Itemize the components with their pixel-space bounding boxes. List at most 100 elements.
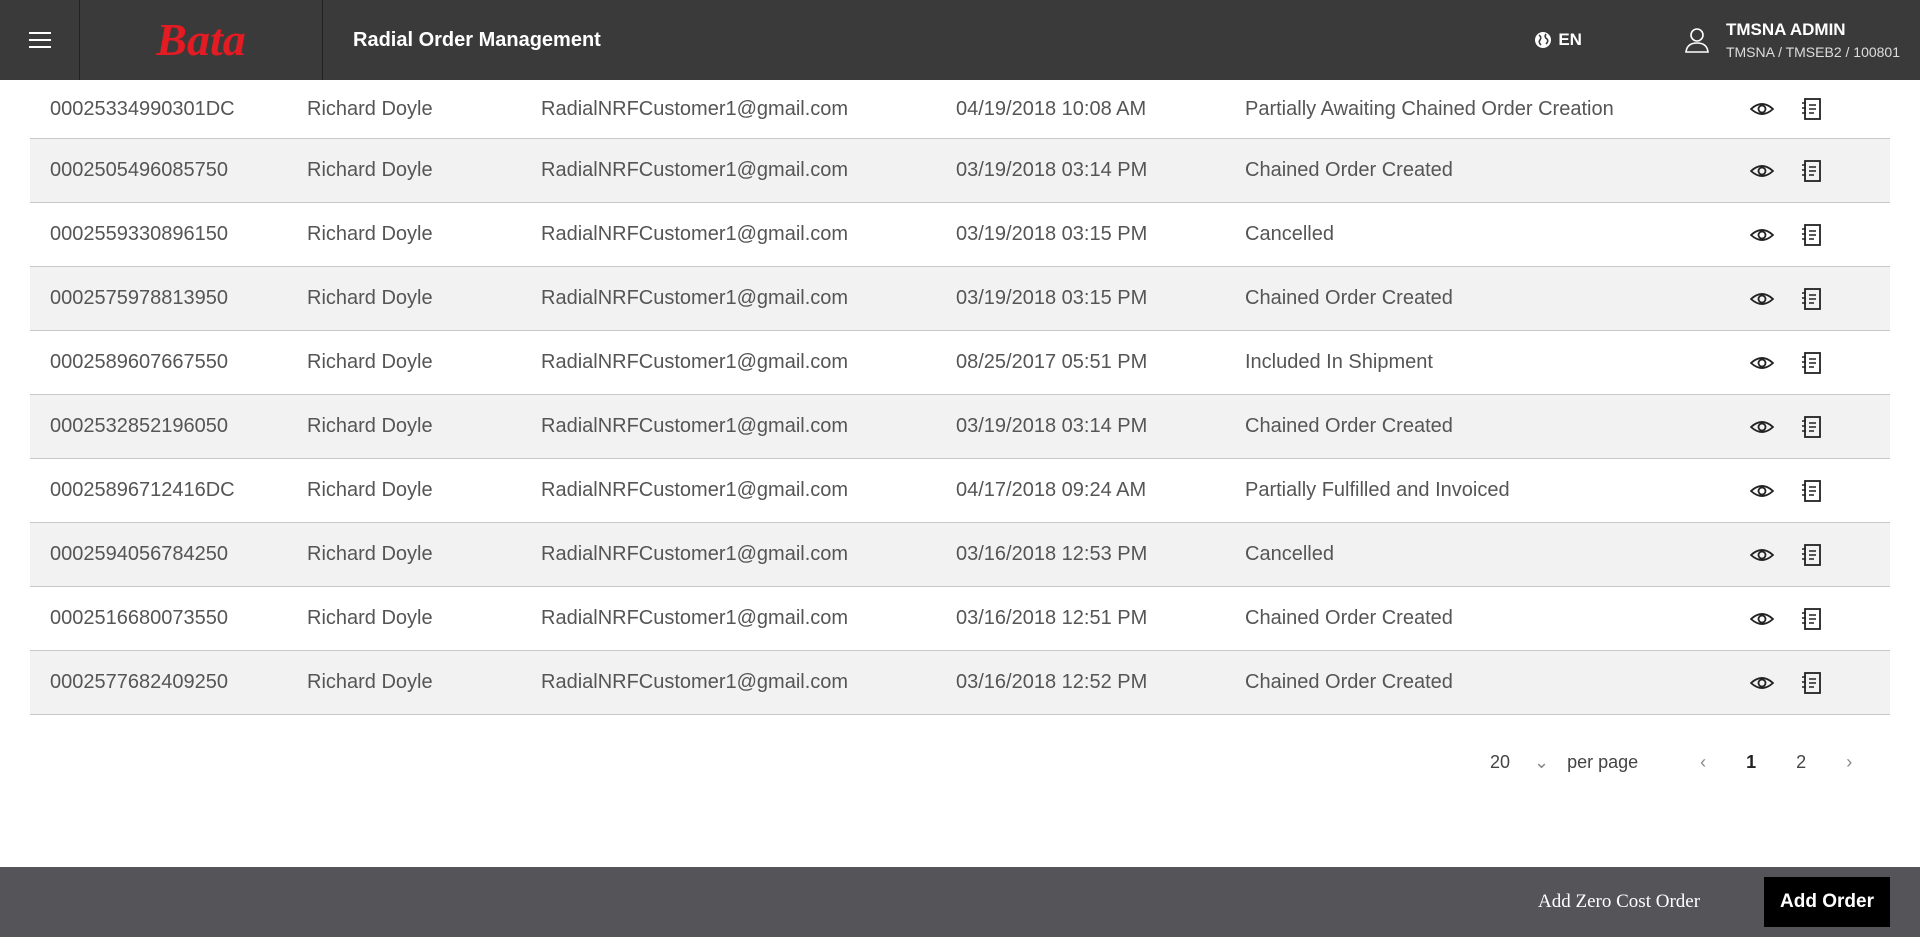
eye-icon[interactable] xyxy=(1750,159,1774,183)
eye-icon[interactable] xyxy=(1750,415,1774,439)
language-selector[interactable]: EN xyxy=(1534,30,1582,50)
customer-name: Richard Doyle xyxy=(307,415,433,437)
eye-icon[interactable] xyxy=(1750,479,1774,503)
invoice-icon[interactable] xyxy=(1800,543,1824,567)
table-row[interactable]: 0002577682409250 Richard Doyle RadialNRF… xyxy=(30,651,1890,715)
invoice-icon[interactable] xyxy=(1800,671,1824,695)
invoice-icon[interactable] xyxy=(1800,287,1824,311)
customer-email: RadialNRFCustomer1@gmail.com xyxy=(541,671,849,693)
order-status: Chained Order Created xyxy=(1245,415,1453,437)
table-row[interactable]: 0002505496085750 Richard Doyle RadialNRF… xyxy=(30,139,1890,203)
invoice-icon[interactable] xyxy=(1800,159,1824,183)
order-status: Chained Order Created xyxy=(1245,671,1453,693)
page-1-button[interactable]: 1 xyxy=(1746,752,1756,773)
add-order-button[interactable]: Add Order xyxy=(1764,877,1890,927)
table-row[interactable]: 00025334990301DC Richard Doyle RadialNRF… xyxy=(30,80,1890,139)
order-id[interactable]: 00025896712416DC xyxy=(30,479,307,502)
table-row[interactable]: 0002516680073550 Richard Doyle RadialNRF… xyxy=(30,587,1890,651)
order-id[interactable]: 0002589607667550 xyxy=(30,351,307,374)
customer-email: RadialNRFCustomer1@gmail.com xyxy=(541,479,849,501)
table-row[interactable]: 0002589607667550 Richard Doyle RadialNRF… xyxy=(30,331,1890,395)
orders-table: 00025334990301DC Richard Doyle RadialNRF… xyxy=(30,80,1890,715)
order-id[interactable]: 0002594056784250 xyxy=(30,543,307,566)
customer-name: Richard Doyle xyxy=(307,287,433,309)
invoice-icon[interactable] xyxy=(1800,223,1824,247)
order-id[interactable]: 0002516680073550 xyxy=(30,607,307,630)
order-status: Included In Shipment xyxy=(1245,351,1433,373)
customer-name: Richard Doyle xyxy=(307,479,433,501)
order-date: 08/25/2017 05:51 PM xyxy=(956,351,1148,373)
eye-icon[interactable] xyxy=(1750,607,1774,631)
customer-email: RadialNRFCustomer1@gmail.com xyxy=(541,287,849,309)
chevron-down-icon[interactable]: ⌄ xyxy=(1534,752,1549,773)
per-page-select[interactable]: 20 xyxy=(1470,752,1510,773)
page-2-button[interactable]: 2 xyxy=(1796,752,1806,773)
order-status: Cancelled xyxy=(1245,543,1334,565)
user-menu[interactable]: TMSNA ADMIN TMSNA / TMSEB2 / 100801 xyxy=(1682,20,1900,60)
globe-icon xyxy=(1535,32,1552,48)
table-row[interactable]: 0002559330896150 Richard Doyle RadialNRF… xyxy=(30,203,1890,267)
customer-email: RadialNRFCustomer1@gmail.com xyxy=(541,543,849,565)
customer-email: RadialNRFCustomer1@gmail.com xyxy=(541,415,849,437)
chevron-left-icon[interactable]: ‹ xyxy=(1700,752,1706,773)
order-date: 04/19/2018 10:08 AM xyxy=(956,97,1147,120)
eye-icon[interactable] xyxy=(1750,543,1774,567)
order-date: 03/19/2018 03:14 PM xyxy=(956,415,1148,437)
order-id[interactable]: 00025334990301DC xyxy=(30,98,307,121)
order-id[interactable]: 0002575978813950 xyxy=(30,287,307,310)
order-status: Partially Awaiting Chained Order Creatio… xyxy=(1245,97,1614,120)
customer-name: Richard Doyle xyxy=(307,97,433,120)
table-row[interactable]: 0002594056784250 Richard Doyle RadialNRF… xyxy=(30,523,1890,587)
eye-icon[interactable] xyxy=(1750,671,1774,695)
order-status: Partially Fulfilled and Invoiced xyxy=(1245,479,1510,501)
customer-name: Richard Doyle xyxy=(307,159,433,181)
customer-email: RadialNRFCustomer1@gmail.com xyxy=(541,159,849,181)
customer-name: Richard Doyle xyxy=(307,223,433,245)
order-date: 03/16/2018 12:52 PM xyxy=(956,671,1148,693)
order-status: Cancelled xyxy=(1245,223,1334,245)
order-date: 03/16/2018 12:53 PM xyxy=(956,543,1148,565)
user-context: TMSNA / TMSEB2 / 100801 xyxy=(1725,44,1900,60)
add-zero-cost-order-button[interactable]: Add Zero Cost Order xyxy=(1538,891,1700,913)
order-id[interactable]: 0002577682409250 xyxy=(30,671,307,694)
customer-name: Richard Doyle xyxy=(307,543,433,565)
order-status: Chained Order Created xyxy=(1245,287,1453,309)
order-status: Chained Order Created xyxy=(1245,159,1453,181)
language-label: EN xyxy=(1558,30,1582,49)
customer-name: Richard Doyle xyxy=(307,607,433,629)
eye-icon[interactable] xyxy=(1750,223,1774,247)
customer-name: Richard Doyle xyxy=(307,351,433,373)
eye-icon[interactable] xyxy=(1750,351,1774,375)
table-row[interactable]: 0002532852196050 Richard Doyle RadialNRF… xyxy=(30,395,1890,459)
hamburger-menu-icon[interactable] xyxy=(0,0,80,80)
order-id[interactable]: 0002559330896150 xyxy=(30,223,307,246)
order-date: 03/19/2018 03:14 PM xyxy=(956,159,1148,181)
customer-email: RadialNRFCustomer1@gmail.com xyxy=(541,607,849,629)
eye-icon[interactable] xyxy=(1750,97,1774,121)
invoice-icon[interactable] xyxy=(1800,351,1824,375)
customer-email: RadialNRFCustomer1@gmail.com xyxy=(541,97,849,120)
user-icon xyxy=(1685,28,1709,53)
customer-name: Richard Doyle xyxy=(307,671,433,693)
user-name: TMSNA ADMIN xyxy=(1725,20,1846,39)
app-header: Bata Radial Order Management EN TMSNA AD… xyxy=(0,0,1920,80)
eye-icon[interactable] xyxy=(1750,287,1774,311)
order-date: 03/19/2018 03:15 PM xyxy=(956,287,1148,309)
customer-email: RadialNRFCustomer1@gmail.com xyxy=(541,223,849,245)
table-row[interactable]: 0002575978813950 Richard Doyle RadialNRF… xyxy=(30,267,1890,331)
order-date: 03/19/2018 03:15 PM xyxy=(956,223,1148,245)
customer-email: RadialNRFCustomer1@gmail.com xyxy=(541,351,849,373)
invoice-icon[interactable] xyxy=(1800,607,1824,631)
chevron-right-icon[interactable]: › xyxy=(1846,752,1852,773)
brand-logo-text: Bata xyxy=(155,15,245,65)
invoice-icon[interactable] xyxy=(1800,97,1824,121)
order-id[interactable]: 0002505496085750 xyxy=(30,159,307,182)
invoice-icon[interactable] xyxy=(1800,415,1824,439)
order-status: Chained Order Created xyxy=(1245,607,1453,629)
per-page-label: per page xyxy=(1567,752,1639,772)
invoice-icon[interactable] xyxy=(1800,479,1824,503)
order-id[interactable]: 0002532852196050 xyxy=(30,415,307,438)
table-row[interactable]: 00025896712416DC Richard Doyle RadialNRF… xyxy=(30,459,1890,523)
bata-logo[interactable]: Bata xyxy=(80,0,323,80)
order-date: 04/17/2018 09:24 AM xyxy=(956,479,1147,501)
